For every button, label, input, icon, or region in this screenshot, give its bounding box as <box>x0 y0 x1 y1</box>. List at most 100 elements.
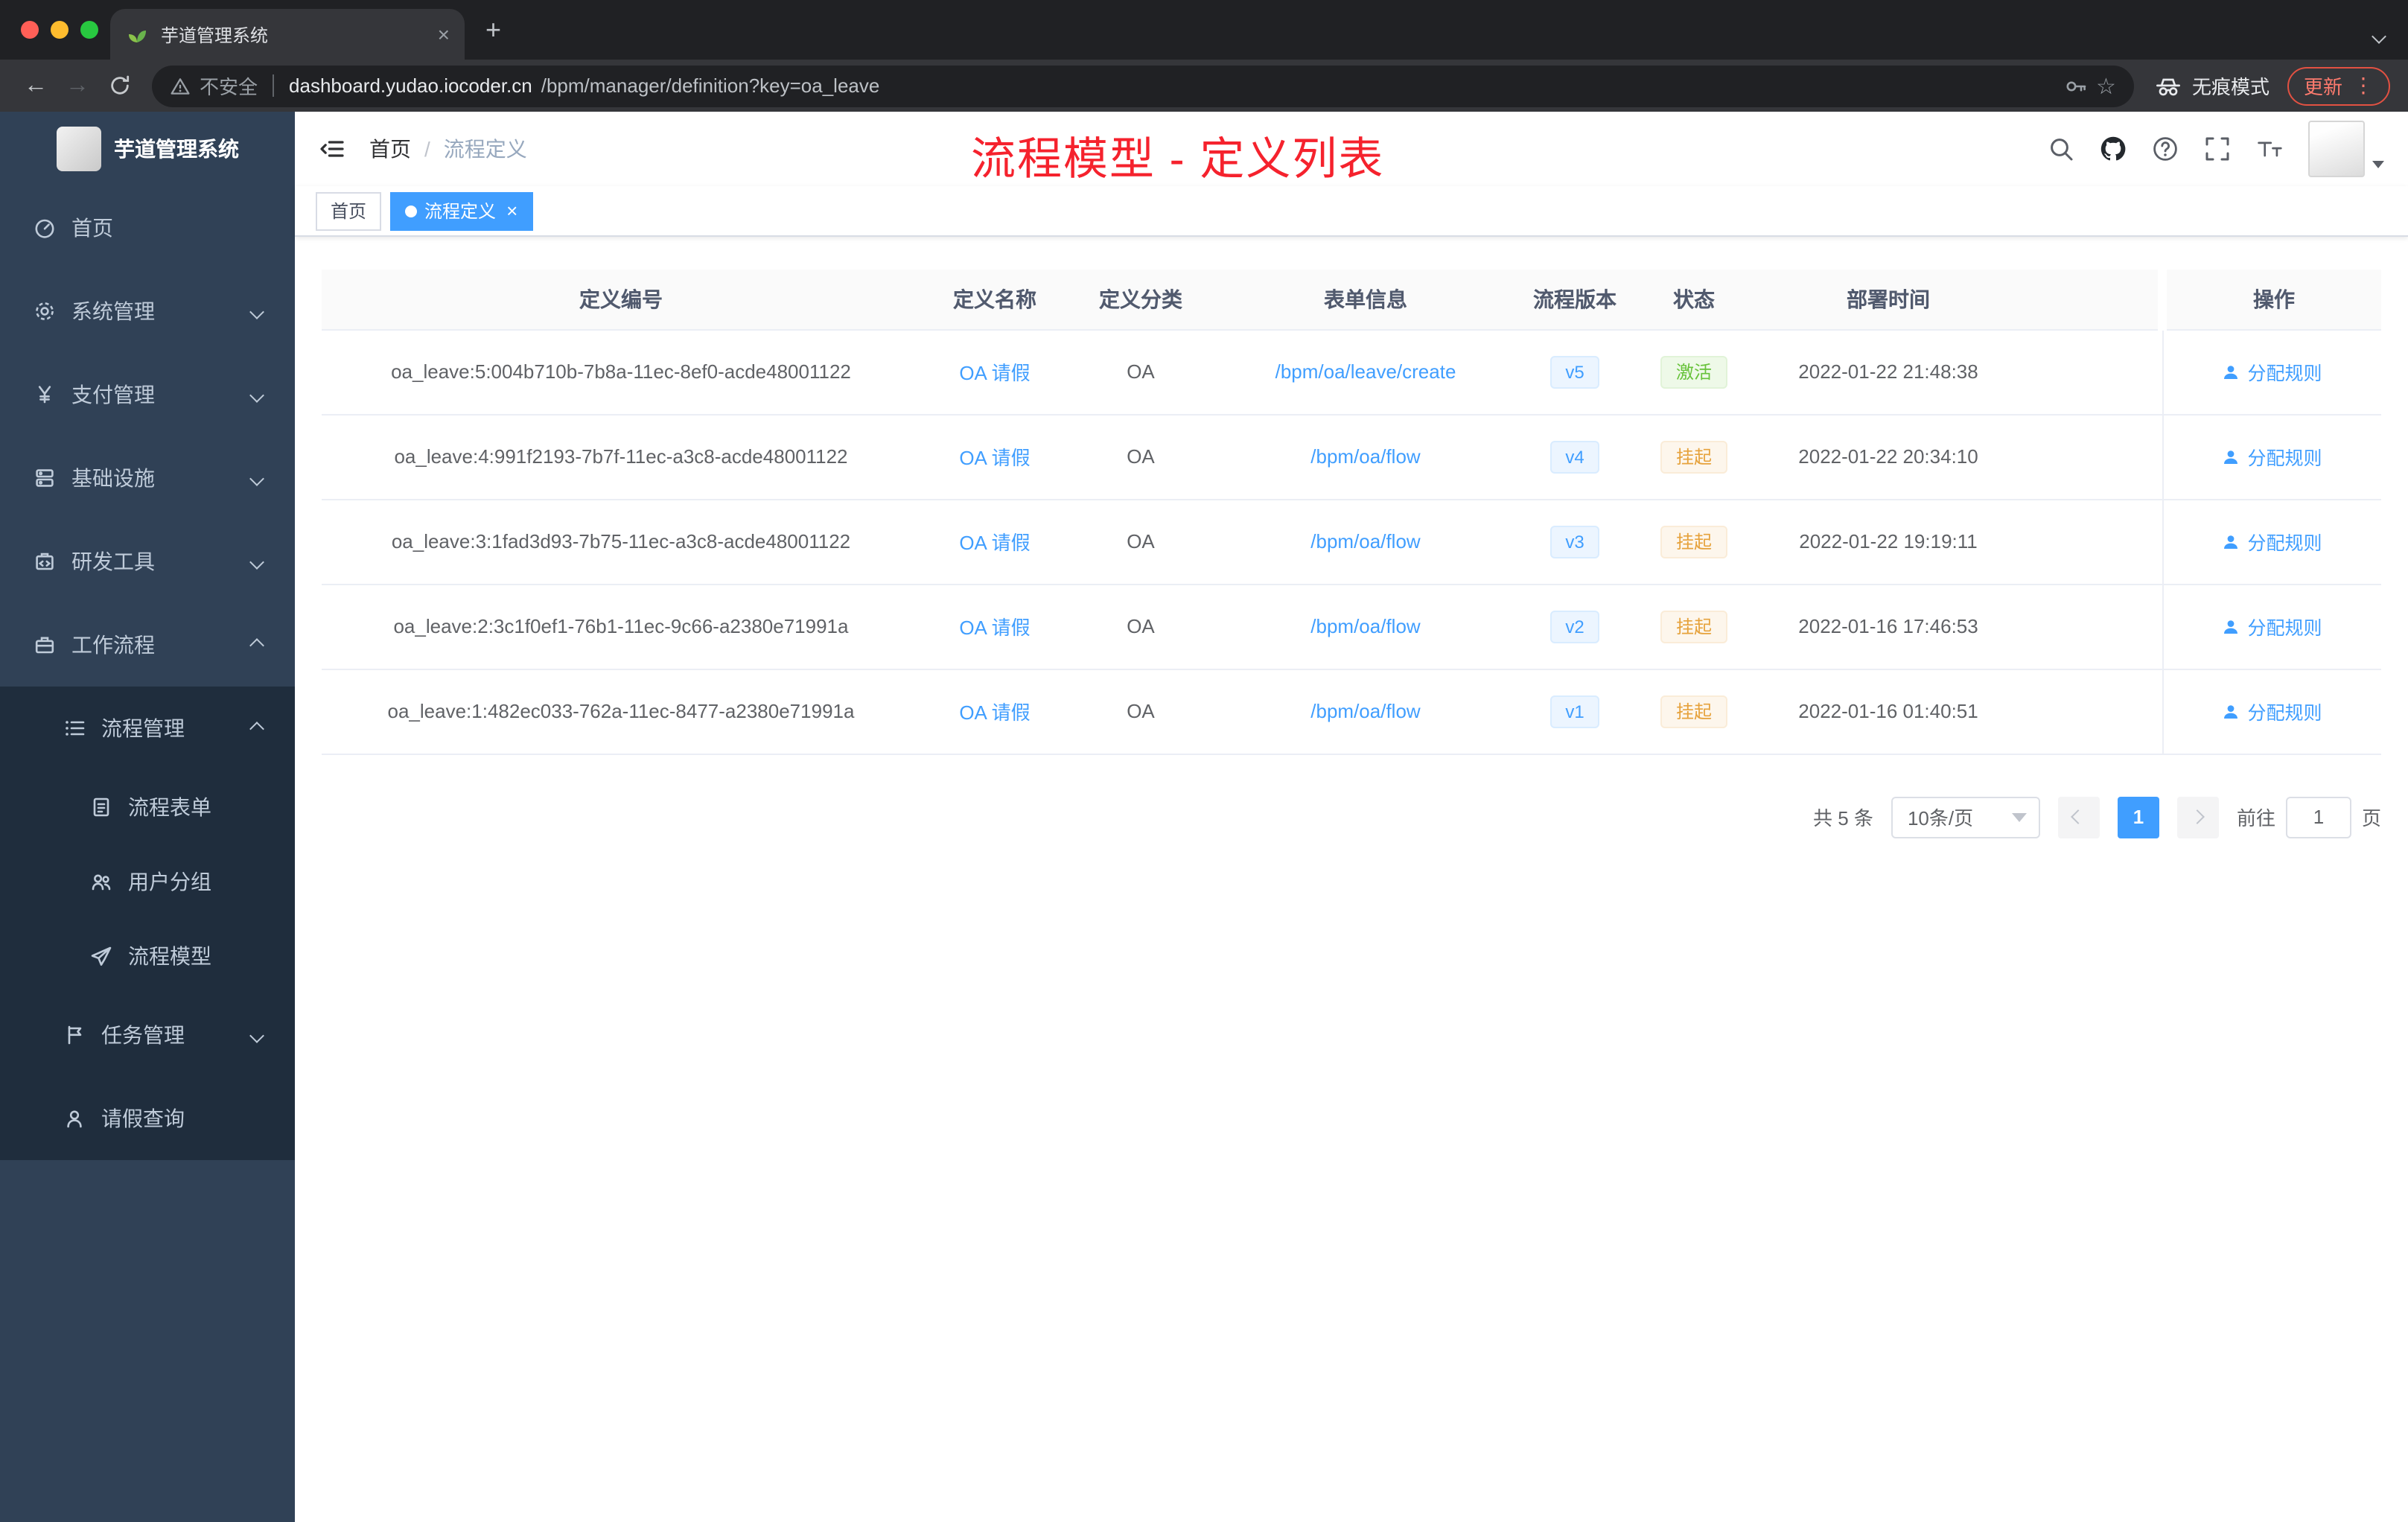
filler-cell <box>2019 499 2162 585</box>
chevron-down-icon <box>249 1028 264 1042</box>
zoom-window-button[interactable] <box>80 21 98 39</box>
sidebar-item-infrastructure[interactable]: 基础设施 <box>0 436 295 520</box>
help-icon[interactable] <box>2152 136 2179 162</box>
goto-page-input[interactable] <box>2285 796 2351 838</box>
assign-rule-link[interactable]: 分配规则 <box>2222 612 2322 640</box>
definition-category: OA <box>1069 584 1212 669</box>
breadcrumb-separator: / <box>424 137 430 161</box>
tag-process-definition[interactable]: 流程定义 × <box>390 191 533 230</box>
form-link[interactable]: /bpm/oa/flow <box>1310 530 1420 553</box>
deploy-time: 2022-01-16 17:46:53 <box>1757 584 2019 669</box>
assign-rule-link[interactable]: 分配规则 <box>2222 697 2322 725</box>
assign-rule-link[interactable]: 分配规则 <box>2222 442 2322 471</box>
chevron-up-icon <box>249 637 264 652</box>
app: 芋道管理系统 首页 系统管理 支付管理 基础设施 研发工具 工作流程 流程管理 … <box>0 112 2408 1522</box>
sidebar-item-task-management[interactable]: 任务管理 <box>0 993 295 1077</box>
filler-cell <box>2019 584 2162 669</box>
page-1-button[interactable]: 1 <box>2117 796 2159 838</box>
tag-close-icon[interactable]: × <box>506 200 517 222</box>
tab-search-chevron-icon[interactable] <box>2372 22 2386 49</box>
user-avatar-menu[interactable] <box>2308 121 2384 177</box>
sidebar-item-workflow[interactable]: 工作流程 <box>0 603 295 687</box>
forward-button[interactable]: → <box>57 72 98 99</box>
form-link[interactable]: /bpm/oa/flow <box>1310 700 1420 722</box>
definition-name-link[interactable]: OA 请假 <box>959 701 1030 724</box>
col-process-version: 流程版本 <box>1519 270 1631 330</box>
breadcrumb-home[interactable]: 首页 <box>369 134 411 164</box>
tools-icon <box>33 550 57 573</box>
col-definition-name: 定义名称 <box>920 270 1069 330</box>
github-icon[interactable] <box>2100 136 2127 162</box>
definition-name-link[interactable]: OA 请假 <box>959 447 1030 469</box>
status-badge: 挂起 <box>1660 695 1727 727</box>
sidebar-item-payment-management[interactable]: 支付管理 <box>0 353 295 436</box>
filler-cell <box>2019 669 2162 754</box>
chevron-down-icon <box>249 304 264 319</box>
browser-menu-icon[interactable]: ⋮ <box>2353 73 2374 98</box>
form-link[interactable]: /bpm/oa/flow <box>1310 445 1420 468</box>
fullscreen-icon[interactable] <box>2204 136 2231 162</box>
definition-name-link[interactable]: OA 请假 <box>959 362 1030 384</box>
chevron-down-icon <box>2011 812 2027 821</box>
sidebar-item-process-form[interactable]: 流程表单 <box>0 770 295 844</box>
search-icon[interactable] <box>2048 136 2074 162</box>
chevron-down-icon <box>2372 161 2384 168</box>
deploy-time: 2022-01-22 19:19:11 <box>1757 499 2019 585</box>
tag-home[interactable]: 首页 <box>316 191 382 230</box>
dashboard-icon <box>33 216 57 240</box>
table-row: oa_leave:4:991f2193-7b7f-11ec-a3c8-acde4… <box>322 414 2381 500</box>
sidebar: 芋道管理系统 首页 系统管理 支付管理 基础设施 研发工具 工作流程 流程管理 … <box>0 112 295 1522</box>
table-row: oa_leave:1:482ec033-762a-11ec-8477-a2380… <box>322 669 2381 754</box>
sidebar-item-process-management[interactable]: 流程管理 <box>0 687 295 770</box>
tab-title: 芋道管理系统 <box>161 25 269 45</box>
filler-cell <box>2019 329 2162 415</box>
form-link[interactable]: /bpm/oa/leave/create <box>1275 360 1456 383</box>
close-window-button[interactable] <box>21 21 39 39</box>
col-status: 状态 <box>1631 270 1757 330</box>
prev-page-button[interactable] <box>2057 796 2100 838</box>
user-icon <box>2224 704 2238 718</box>
sidebar-item-leave-query[interactable]: 请假查询 <box>0 1077 295 1160</box>
form-link[interactable]: /bpm/oa/flow <box>1310 615 1420 637</box>
col-definition-id: 定义编号 <box>322 270 920 330</box>
tab-close-icon[interactable]: × <box>438 22 450 46</box>
app-logo-row[interactable]: 芋道管理系统 <box>0 112 295 186</box>
assign-rule-link[interactable]: 分配规则 <box>2222 527 2322 555</box>
table-row: oa_leave:3:1fad3d93-7b75-11ec-a3c8-acde4… <box>322 499 2381 585</box>
bookmark-star-icon[interactable]: ☆ <box>2096 72 2116 99</box>
next-page-button[interactable] <box>2176 796 2219 838</box>
col-filler <box>2019 270 2162 330</box>
deploy-time: 2022-01-22 21:48:38 <box>1757 329 2019 415</box>
new-tab-button[interactable]: + <box>485 13 501 46</box>
definition-name-link[interactable]: OA 请假 <box>959 532 1030 554</box>
sidebar-item-dev-tools[interactable]: 研发工具 <box>0 520 295 603</box>
sidebar-item-user-group[interactable]: 用户分组 <box>0 844 295 919</box>
update-button[interactable]: 更新 ⋮ <box>2287 66 2390 105</box>
assign-rule-link[interactable]: 分配规则 <box>2222 357 2322 386</box>
col-definition-category: 定义分类 <box>1069 270 1212 330</box>
user-icon <box>2224 450 2238 463</box>
server-icon <box>33 466 57 490</box>
minimize-window-button[interactable] <box>51 21 69 39</box>
sidebar-item-process-model[interactable]: 流程模型 <box>0 919 295 993</box>
pagination-total: 共 5 条 <box>1813 807 1873 830</box>
goto-unit: 页 <box>2361 807 2381 830</box>
definition-id: oa_leave:5:004b710b-7b8a-11ec-8ef0-acde4… <box>322 329 920 415</box>
reload-button[interactable] <box>98 72 140 99</box>
password-key-icon[interactable] <box>2063 74 2087 98</box>
table-row: oa_leave:5:004b710b-7b8a-11ec-8ef0-acde4… <box>322 329 2381 415</box>
browser-tab[interactable]: 芋道管理系统 × <box>110 9 465 60</box>
sidebar-item-home[interactable]: 首页 <box>0 186 295 270</box>
update-label: 更新 <box>2303 76 2342 98</box>
pagination: 共 5 条 10条/页 1 前往 页 <box>322 796 2381 838</box>
font-size-icon[interactable] <box>2256 136 2283 162</box>
address-bar[interactable]: 不安全 dashboard.yudao.iocoder.cn /bpm/mana… <box>152 65 2134 106</box>
back-button[interactable]: ← <box>15 72 57 99</box>
breadcrumb: 首页 / 流程定义 <box>369 134 527 164</box>
sidebar-item-system-management[interactable]: 系统管理 <box>0 270 295 353</box>
chevron-up-icon <box>249 721 264 736</box>
hamburger-icon[interactable] <box>319 136 345 162</box>
user-icon <box>63 1107 86 1130</box>
page-size-select[interactable]: 10条/页 <box>1891 796 2040 838</box>
definition-name-link[interactable]: OA 请假 <box>959 617 1030 639</box>
